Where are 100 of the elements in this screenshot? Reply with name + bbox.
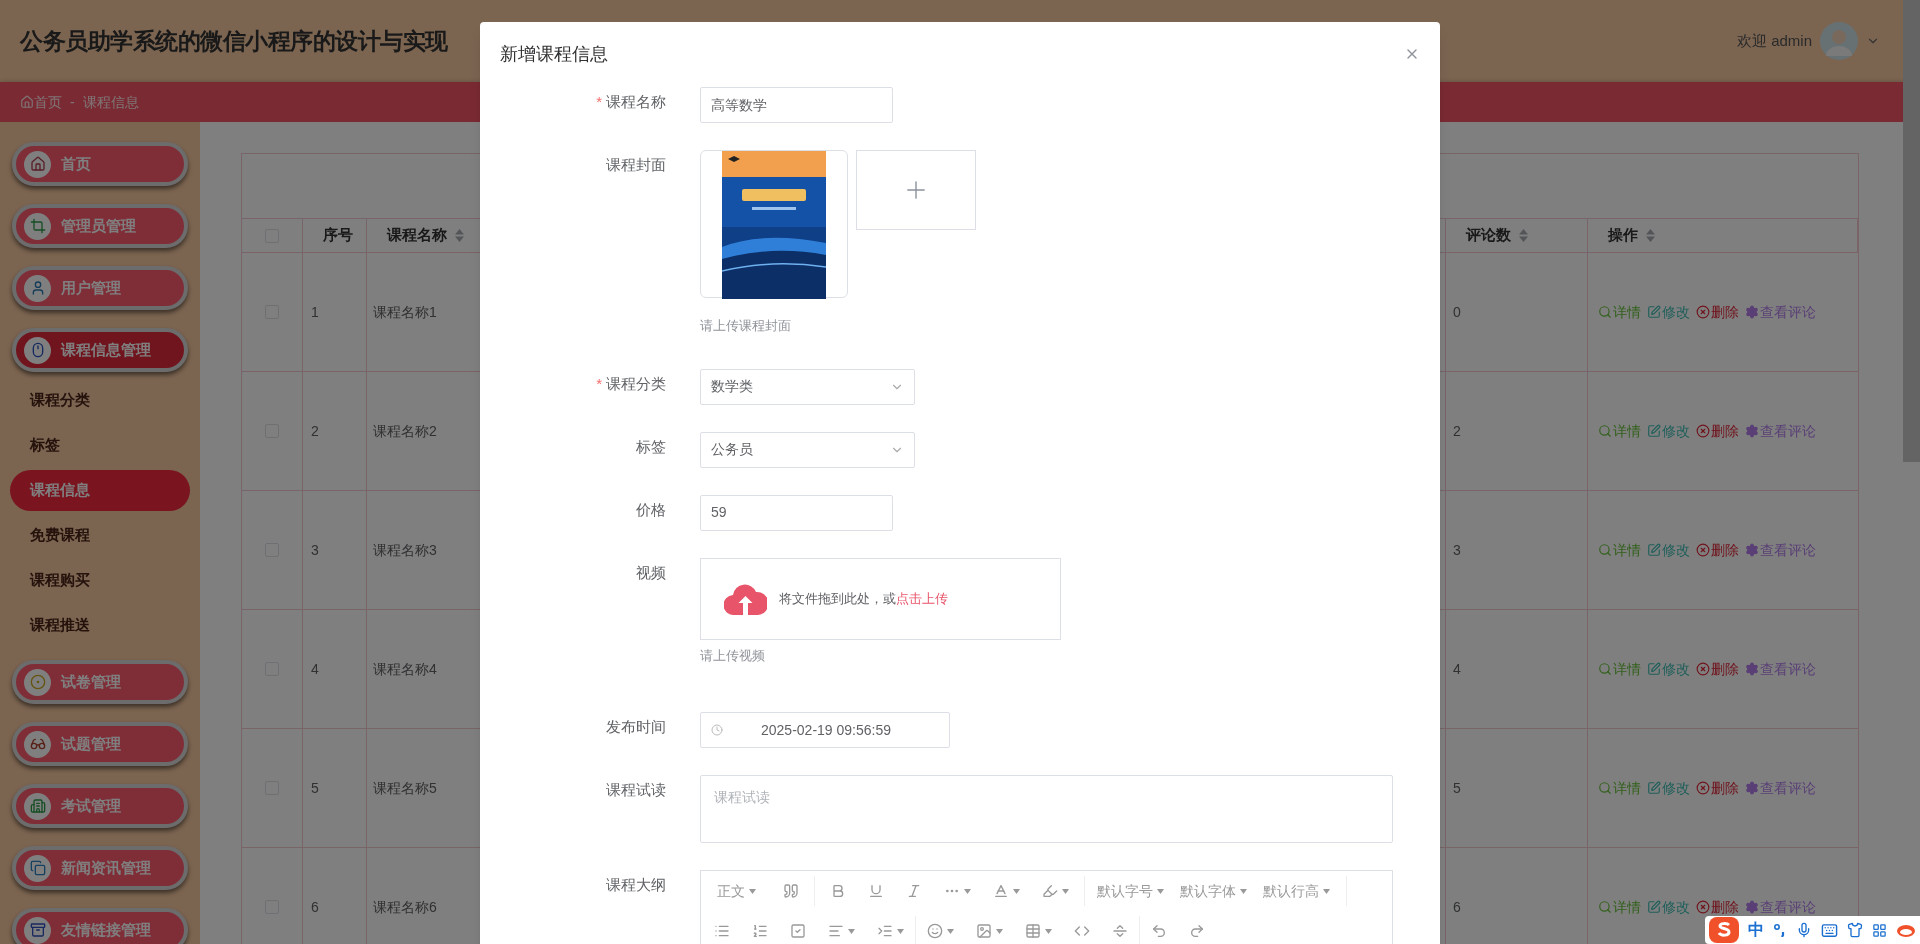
menu-item[interactable]: 首页 — [12, 142, 188, 186]
image-icon[interactable] — [976, 923, 992, 939]
underline-icon[interactable] — [868, 883, 884, 899]
keyboard-icon[interactable] — [1821, 921, 1838, 939]
action-link[interactable]: 详情 — [1598, 301, 1641, 323]
action-link[interactable]: 详情 — [1598, 896, 1641, 918]
action-link[interactable]: 删除 — [1696, 658, 1739, 680]
column-header[interactable]: 评论数 — [1466, 224, 1528, 247]
redo-icon[interactable] — [1189, 923, 1205, 939]
format-dropdown[interactable]: 正文 — [701, 880, 772, 902]
align-icon[interactable] — [828, 923, 844, 939]
action-link[interactable]: 删除 — [1696, 777, 1739, 799]
grid-icon[interactable] — [1872, 922, 1887, 938]
submenu-item[interactable]: 课程信息 — [10, 470, 190, 511]
column-header[interactable]: 序号 — [323, 224, 353, 247]
menu-item[interactable]: 试卷管理 — [12, 660, 188, 704]
ime-mode[interactable]: 中 — [1748, 918, 1764, 942]
menu-item[interactable]: 管理员管理 — [12, 204, 188, 248]
menu-item[interactable]: 新闻资讯管理 — [12, 846, 188, 890]
bullet-list-icon[interactable] — [714, 923, 730, 939]
checkbox-icon[interactable] — [790, 923, 806, 939]
ime-logo-icon[interactable] — [1709, 917, 1739, 943]
field-label: 课程试读 — [606, 780, 666, 800]
table-cell-text: 6 — [311, 897, 319, 917]
emoji-icon[interactable] — [927, 923, 943, 939]
sort-icon[interactable] — [1646, 229, 1655, 242]
table-cell-text: 4 — [311, 659, 319, 679]
table-cell-text: 课程名称6 — [373, 897, 437, 917]
action-link[interactable]: 删除 — [1696, 420, 1739, 442]
action-link[interactable]: 查看评论 — [1745, 658, 1816, 680]
highlight-icon[interactable] — [1042, 883, 1058, 899]
italic-icon[interactable] — [906, 883, 922, 899]
action-link[interactable]: 修改 — [1647, 301, 1690, 323]
action-link[interactable]: 详情 — [1598, 539, 1641, 561]
action-link[interactable]: 详情 — [1598, 658, 1641, 680]
action-link[interactable]: 修改 — [1647, 420, 1690, 442]
action-link[interactable]: 修改 — [1647, 658, 1690, 680]
scrollbar[interactable] — [1903, 0, 1920, 462]
input-field[interactable]: 59 — [700, 494, 893, 531]
upload-link[interactable]: 点击上传 — [896, 590, 948, 606]
submenu-item[interactable]: 标签 — [10, 425, 190, 466]
action-link[interactable]: 修改 — [1647, 896, 1690, 918]
sort-icon[interactable] — [1519, 229, 1528, 242]
action-link[interactable]: 查看评论 — [1745, 539, 1816, 561]
home-icon — [29, 156, 46, 172]
settings-icon — [1745, 305, 1759, 319]
action-link[interactable]: 查看评论 — [1745, 301, 1816, 323]
numbered-list-icon[interactable] — [752, 923, 768, 939]
action-link[interactable]: 查看评论 — [1745, 420, 1816, 442]
format-dropdown[interactable]: 默认行高 — [1255, 880, 1338, 902]
select-field[interactable]: 数学类 — [700, 368, 915, 405]
shirt-icon[interactable] — [1847, 922, 1863, 938]
format-dropdown[interactable]: 默认字号 — [1089, 880, 1172, 902]
action-link[interactable]: 详情 — [1598, 420, 1641, 442]
punctuation-icon[interactable] — [1773, 923, 1787, 937]
action-link[interactable]: 修改 — [1647, 539, 1690, 561]
bold-icon[interactable] — [830, 883, 846, 899]
input-field[interactable]: 高等数学 — [700, 87, 893, 123]
upload-dropzone[interactable]: 将文件拖到此处，或点击上传 — [700, 557, 1061, 640]
submenu-item[interactable]: 课程购买 — [10, 560, 190, 601]
indent-icon[interactable] — [877, 923, 893, 939]
quote-icon[interactable] — [783, 883, 799, 899]
action-link[interactable]: 详情 — [1598, 777, 1641, 799]
menu-item[interactable]: 试题管理 — [12, 722, 188, 766]
table-icon[interactable] — [1025, 923, 1041, 939]
caret-icon — [1240, 888, 1247, 894]
textarea-field[interactable]: 课程试读 — [700, 775, 1393, 843]
breadcrumb-link[interactable]: 首页 — [20, 91, 62, 113]
action-link[interactable]: 删除 — [1696, 301, 1739, 323]
field-label: 课程名称 — [606, 92, 666, 112]
submenu-item[interactable]: 课程推送 — [10, 605, 190, 646]
action-link[interactable]: 删除 — [1696, 539, 1739, 561]
menu-item[interactable]: 考试管理 — [12, 784, 188, 828]
datetime-field[interactable]: 2025-02-19 09:56:59 — [700, 712, 950, 748]
settings-icon — [1745, 900, 1759, 914]
code-icon[interactable] — [1074, 923, 1090, 939]
divider-icon[interactable] — [1112, 923, 1128, 939]
action-link[interactable]: 修改 — [1647, 777, 1690, 799]
action-link[interactable]: 查看评论 — [1745, 777, 1816, 799]
search-icon — [1598, 900, 1612, 914]
menu-item[interactable]: 友情链接管理 — [12, 908, 188, 944]
table-cell-text: 课程名称4 — [373, 659, 437, 679]
select-field[interactable]: 公务员 — [700, 431, 915, 468]
font-color-icon[interactable] — [993, 883, 1009, 899]
copy-icon — [29, 860, 46, 876]
undo-icon[interactable] — [1151, 923, 1167, 939]
submenu-item[interactable]: 课程分类 — [10, 380, 190, 421]
column-header[interactable]: 课程名称 — [387, 224, 464, 247]
column-header[interactable]: 操作 — [1608, 224, 1655, 247]
table-cell-text: 课程名称3 — [373, 540, 437, 560]
menu-item[interactable]: 用户管理 — [12, 266, 188, 310]
menu-item[interactable]: 课程信息管理 — [12, 328, 188, 372]
cover-thumbnail[interactable] — [700, 150, 848, 298]
format-dropdown[interactable]: 默认字体 — [1172, 880, 1255, 902]
field-label: 标签 — [636, 436, 666, 457]
sort-icon[interactable] — [455, 229, 464, 242]
submenu-item[interactable]: 免费课程 — [10, 515, 190, 556]
action-link[interactable]: 删除 — [1696, 896, 1739, 918]
drawer-icon — [29, 922, 46, 938]
microphone-icon[interactable] — [1796, 922, 1812, 938]
